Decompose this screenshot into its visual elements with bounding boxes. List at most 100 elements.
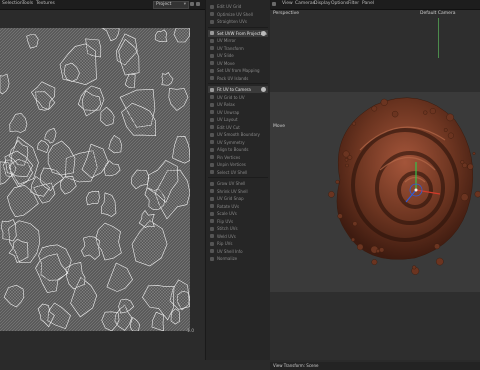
tool-item[interactable]: Align to Bounds (208, 146, 268, 153)
splash-droplet (345, 163, 349, 168)
tool-label: Edit UV Grid (217, 4, 242, 9)
menu-display[interactable]: Display (314, 1, 331, 7)
tool-item[interactable]: UV Relax (208, 101, 268, 108)
tool-item[interactable]: Select UV Shell (208, 169, 268, 176)
tool-item[interactable]: Set UV from Mapping (208, 67, 268, 74)
tool-item[interactable]: UV Grid Snap (208, 195, 268, 202)
tool-item[interactable]: Shrink UV Shell (208, 188, 268, 195)
splash-droplet (337, 213, 343, 219)
tool-label: Pin Vertices (217, 154, 241, 160)
tool-item[interactable]: Scale UVs (208, 210, 268, 217)
tool-item[interactable]: Edit UV Cut (208, 124, 268, 131)
tool-icon (210, 147, 214, 152)
tool-item[interactable]: UV Smooth Boundary (208, 131, 268, 138)
tool-item[interactable]: UV Shell Info (208, 248, 268, 255)
menu-options[interactable]: Options (331, 1, 348, 7)
world-axis-line (438, 18, 439, 58)
tool-label: UV Transform (217, 45, 244, 51)
splash-droplet (379, 247, 385, 253)
tool-item[interactable]: UV Layout (208, 116, 268, 123)
chevron-down-icon: ▾ (183, 2, 186, 7)
splash-droplet (446, 113, 454, 122)
lock-icon[interactable] (196, 2, 200, 6)
menu-filter[interactable]: Filter (348, 1, 359, 7)
tool-label: Stitch UVs (217, 226, 238, 231)
tool-item[interactable]: UV Transform (208, 45, 268, 52)
tool-label: Normalize (217, 256, 238, 261)
tool-icon (210, 189, 214, 193)
tool-icon (210, 196, 214, 201)
menu-tools[interactable]: Tools (22, 1, 33, 7)
tool-icon (210, 76, 214, 80)
menu-view[interactable]: View (282, 1, 293, 7)
3d-viewport[interactable]: Perspective Default Camera Move View Tra… (270, 10, 480, 370)
gear-icon[interactable] (261, 30, 266, 36)
tool-item[interactable]: Grow UV Shell (208, 180, 268, 187)
tool-item[interactable]: Weld UVs (208, 233, 268, 240)
tool-item[interactable]: Optimize UV Shell (208, 11, 268, 18)
tool-label: UV Grid Snap (217, 196, 244, 201)
tool-item[interactable]: UV Unwrap (208, 109, 268, 116)
tool-item[interactable]: Rotate UVs (208, 203, 268, 210)
menu-panel[interactable]: Panel (362, 1, 374, 7)
tool-icon (210, 46, 214, 50)
tool-icon (210, 249, 214, 253)
uv-corner-label: 1.0 (187, 329, 195, 334)
tool-item[interactable]: Unpin Vertices (208, 161, 268, 168)
splash-droplet (376, 249, 380, 253)
tool-label: UV Grid to UV (217, 94, 245, 100)
tool-icon (210, 170, 214, 174)
tool-item[interactable]: UV Slide (208, 52, 268, 59)
uv-island (0, 219, 17, 242)
splash-droplet (371, 259, 378, 266)
uv-layout-canvas[interactable] (0, 28, 190, 331)
tool-item[interactable]: Flip UVs (208, 218, 268, 225)
tool-label: Optimize UV Shell (217, 11, 253, 17)
tool-icon (210, 38, 214, 43)
tool-label: Align to Bounds (217, 147, 249, 152)
menu-cameras[interactable]: Cameras (295, 1, 315, 7)
tool-icon (210, 162, 214, 167)
tool-item[interactable]: Set UVW From Projection (208, 29, 268, 37)
splash-droplet (436, 257, 444, 266)
tool-icon (210, 241, 214, 246)
tool-item[interactable]: Straighten UVs (208, 18, 268, 25)
tool-item[interactable]: Pin Vertices (208, 154, 268, 161)
project-dropdown-value: Project (156, 2, 172, 7)
tool-item[interactable]: Rip UVs (208, 240, 268, 247)
uv-tools-panel: Edit UV Grid Optimize UV Shell Straighten … (205, 0, 271, 360)
tool-item[interactable]: Fit UV to Camera (208, 86, 268, 93)
tool-item[interactable]: UV Grid to UV (208, 94, 268, 101)
splash-droplet (434, 243, 440, 250)
tool-icon (210, 125, 214, 129)
splash-droplet (460, 193, 469, 201)
tool-label: UV Unwrap (217, 109, 240, 115)
tool-icon (210, 4, 214, 9)
gear-icon[interactable] (261, 87, 266, 92)
menu-textures[interactable]: Textures (36, 1, 55, 7)
menu-selection[interactable]: Selection (2, 1, 23, 7)
tool-item[interactable]: Edit UV Grid (208, 3, 268, 10)
settings-icon[interactable] (190, 2, 194, 6)
tool-label: UV Move (217, 60, 235, 66)
uv-island (81, 236, 101, 260)
tool-label: UV Relax (217, 102, 235, 107)
viewport-status-bar: View Transform: Scene (270, 362, 480, 370)
chocolate-splash-model[interactable] (320, 70, 480, 300)
tool-item[interactable]: Stitch UVs (208, 225, 268, 232)
tool-item[interactable]: UV Move (208, 60, 268, 67)
tool-item[interactable]: UV Mirror (208, 37, 268, 44)
tool-item[interactable]: UV Symmetry (208, 139, 268, 146)
tool-separator (208, 83, 268, 84)
tool-item[interactable]: Normalize (208, 255, 268, 262)
splash-droplet (412, 265, 417, 270)
project-dropdown[interactable]: Project ▾ (153, 1, 189, 9)
tool-label: Flip UVs (217, 218, 234, 224)
viewport-menu-icon[interactable] (272, 2, 276, 6)
tool-icon (210, 226, 214, 231)
tool-icon (210, 204, 214, 208)
tool-icon (210, 117, 214, 122)
tool-item[interactable]: Pack UV Islands (208, 75, 268, 82)
tool-icon (210, 256, 214, 261)
tool-icon (210, 19, 214, 24)
